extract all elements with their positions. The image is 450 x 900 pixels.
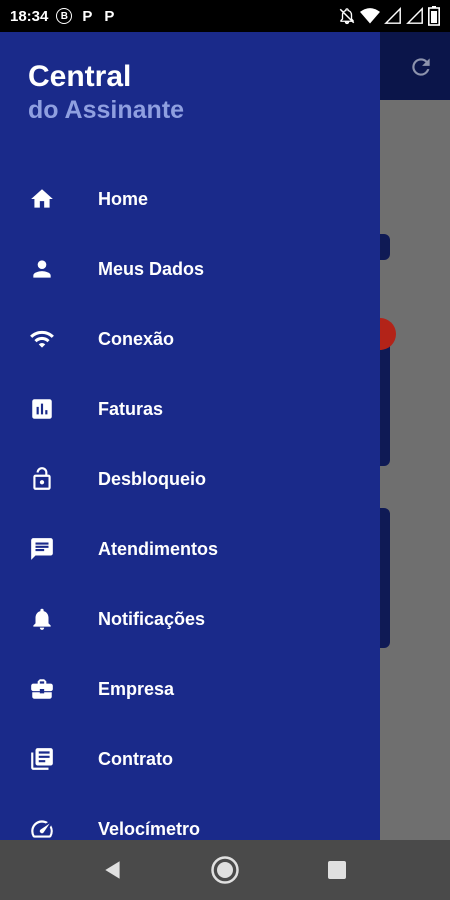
menu-item-velocimetro[interactable]: Velocímetro <box>0 794 380 840</box>
wifi-icon <box>28 325 56 353</box>
notification-p-icon: P <box>82 7 93 25</box>
battery-icon <box>428 6 440 26</box>
menu-item-label: Faturas <box>98 398 164 419</box>
menu-item-label: Empresa <box>98 678 175 699</box>
menu-item-empresa[interactable]: Empresa <box>0 654 380 724</box>
menu-item-notificacoes[interactable]: Notificações <box>0 584 380 654</box>
menu-item-atendimentos[interactable]: Atendimentos <box>0 514 380 584</box>
menu-item-label: Meus Dados <box>98 258 205 279</box>
bell-icon <box>28 605 56 633</box>
mute-icon <box>339 8 355 25</box>
menu-item-label: Conexão <box>98 328 175 349</box>
signal-icon <box>384 7 401 24</box>
menu-item-home[interactable]: Home <box>0 164 380 234</box>
speedometer-icon <box>28 815 56 840</box>
recents-button[interactable] <box>321 854 353 886</box>
menu-item-conexao[interactable]: Conexão <box>0 304 380 374</box>
status-time: 18:34 <box>10 7 49 25</box>
back-button[interactable] <box>97 854 129 886</box>
drawer-menu: Home Meus Dados Conexão Faturas Desbloqu… <box>0 164 380 840</box>
status-bar: 18:34 B P P <box>0 0 450 32</box>
bar-chart-icon <box>28 395 56 423</box>
unlock-icon <box>28 465 56 493</box>
signal-icon <box>406 7 423 24</box>
notification-b-icon: B <box>56 8 73 24</box>
drawer-subtitle: do Assinante <box>28 96 185 124</box>
menu-item-label: Atendimentos <box>98 538 219 559</box>
chat-icon <box>28 535 56 563</box>
menu-item-label: Notificações <box>98 608 206 629</box>
system-navigation-bar <box>0 840 450 900</box>
menu-item-label: Desbloqueio <box>98 468 207 489</box>
home-button[interactable] <box>209 854 241 886</box>
wifi-icon <box>360 8 380 24</box>
document-icon <box>28 745 56 773</box>
notification-p-icon: P <box>104 7 115 25</box>
menu-item-contrato[interactable]: Contrato <box>0 724 380 794</box>
drawer-title: Central <box>28 60 132 93</box>
menu-item-label: Home <box>98 188 149 209</box>
briefcase-icon <box>28 675 56 703</box>
menu-item-label: Contrato <box>98 748 173 769</box>
menu-item-faturas[interactable]: Faturas <box>0 374 380 444</box>
menu-item-meus-dados[interactable]: Meus Dados <box>0 234 380 304</box>
home-icon <box>28 185 56 213</box>
navigation-drawer: Central do Assinante Home Meus Dados Con… <box>0 32 380 840</box>
person-icon <box>28 255 56 283</box>
menu-item-desbloqueio[interactable]: Desbloqueio <box>0 444 380 514</box>
menu-item-label: Velocímetro <box>98 818 201 839</box>
refresh-icon[interactable] <box>408 54 434 80</box>
